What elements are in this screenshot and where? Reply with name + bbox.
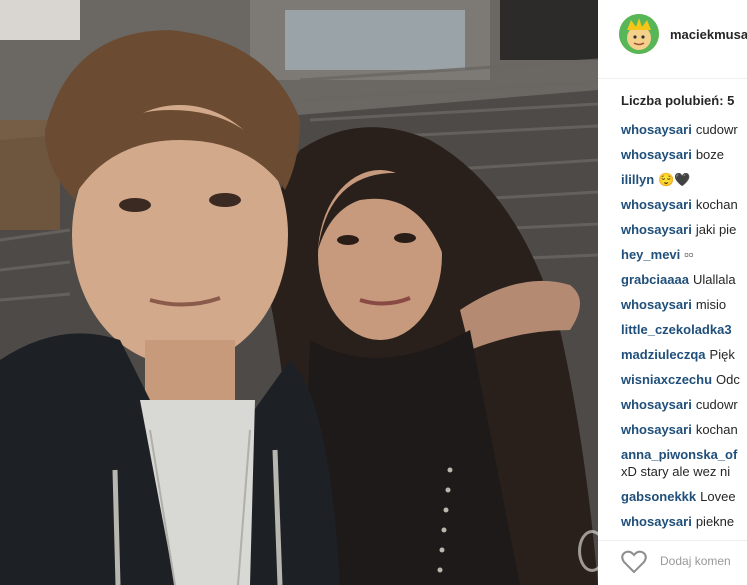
comment-username[interactable]: ilillyn [621,172,654,187]
comment-username[interactable]: little_czekoladka3 [621,322,732,337]
comment-username[interactable]: whosaysari [621,397,692,412]
comment-username[interactable]: whosaysari [621,122,692,137]
list-item: anna_piwonska_of xD stary ale wez ni [621,442,747,484]
list-item: ilillyn 😌🖤 [621,167,747,192]
comment-text: Odc [716,372,740,387]
comment-text: Lovee [700,489,736,504]
comment-username[interactable]: grabciaaaa [621,272,689,287]
list-item: whosaysari boze [621,142,747,167]
comment-text: boze [695,147,725,162]
comment-text: Ulallala [692,272,736,287]
comment-username[interactable]: whosaysari [621,222,692,237]
post-photo [0,0,598,585]
heart-icon[interactable] [621,550,647,574]
comment-username[interactable]: whosaysari [621,514,692,529]
comment-username[interactable]: wisniaxczechu [621,372,712,387]
comment-text: jaki pie [695,222,737,237]
avatar[interactable] [619,14,659,54]
comment-text: cudowr [695,397,738,412]
list-item: whosaysari jaki pie [621,217,747,242]
comment-text: 😌🖤 [658,172,691,187]
comment-text: ▫▫ [684,247,694,262]
list-item: little_czekoladka3 [621,317,747,342]
comment-username[interactable]: whosaysari [621,197,692,212]
comment-username[interactable]: madziuleczqa [621,347,706,362]
comment-text: Pięk [709,347,735,362]
comment-username[interactable]: whosaysari [621,297,692,312]
likes-count[interactable]: Liczba polubień: 5 [621,93,734,108]
watermark-logo [578,530,598,572]
comment-list: whosaysari cudowr whosaysari boze ilillyn 😌… [621,117,747,534]
list-item: whosaysari cudowr [621,117,747,142]
comment-text: kochan [695,197,738,212]
list-item: whosaysari kochan [621,192,747,217]
list-item: whosaysari kochan [621,417,747,442]
list-item: hey_mevi ▫▫ [621,242,747,267]
comment-username[interactable]: gabsonekkk [621,489,696,504]
list-item: wisniaxczechu Odc [621,367,747,392]
list-item: madziuleczqa Pięk [621,342,747,367]
comment-username[interactable]: whosaysari [621,147,692,162]
add-comment-input[interactable]: Dodaj komen [660,554,731,568]
list-item: whosaysari misio [621,292,747,317]
list-item: gabsonekkk Lovee [621,484,747,509]
post-sidebar: maciekmusa Liczba polubień: 5 whosaysari… [598,0,747,585]
list-item: grabciaaaa Ulallala [621,267,747,292]
comment-text: piekne [695,514,735,529]
comment-text: misio [695,297,727,312]
comment-text: kochan [695,422,738,437]
comment-text: cudowr [695,122,738,137]
comment-text: xD stary ale wez ni [621,464,731,479]
list-item: whosaysari piekne [621,509,747,534]
post-header: maciekmusa [598,0,747,79]
photo-illustration [0,0,598,585]
comment-username[interactable]: hey_mevi [621,247,680,262]
avatar-illustration [619,14,659,54]
post-username[interactable]: maciekmusa [670,27,747,42]
list-item: whosaysari cudowr [621,392,747,417]
comment-username[interactable]: anna_piwonska_of [621,447,737,462]
comment-username[interactable]: whosaysari [621,422,692,437]
comment-footer: Dodaj komen [598,540,747,585]
